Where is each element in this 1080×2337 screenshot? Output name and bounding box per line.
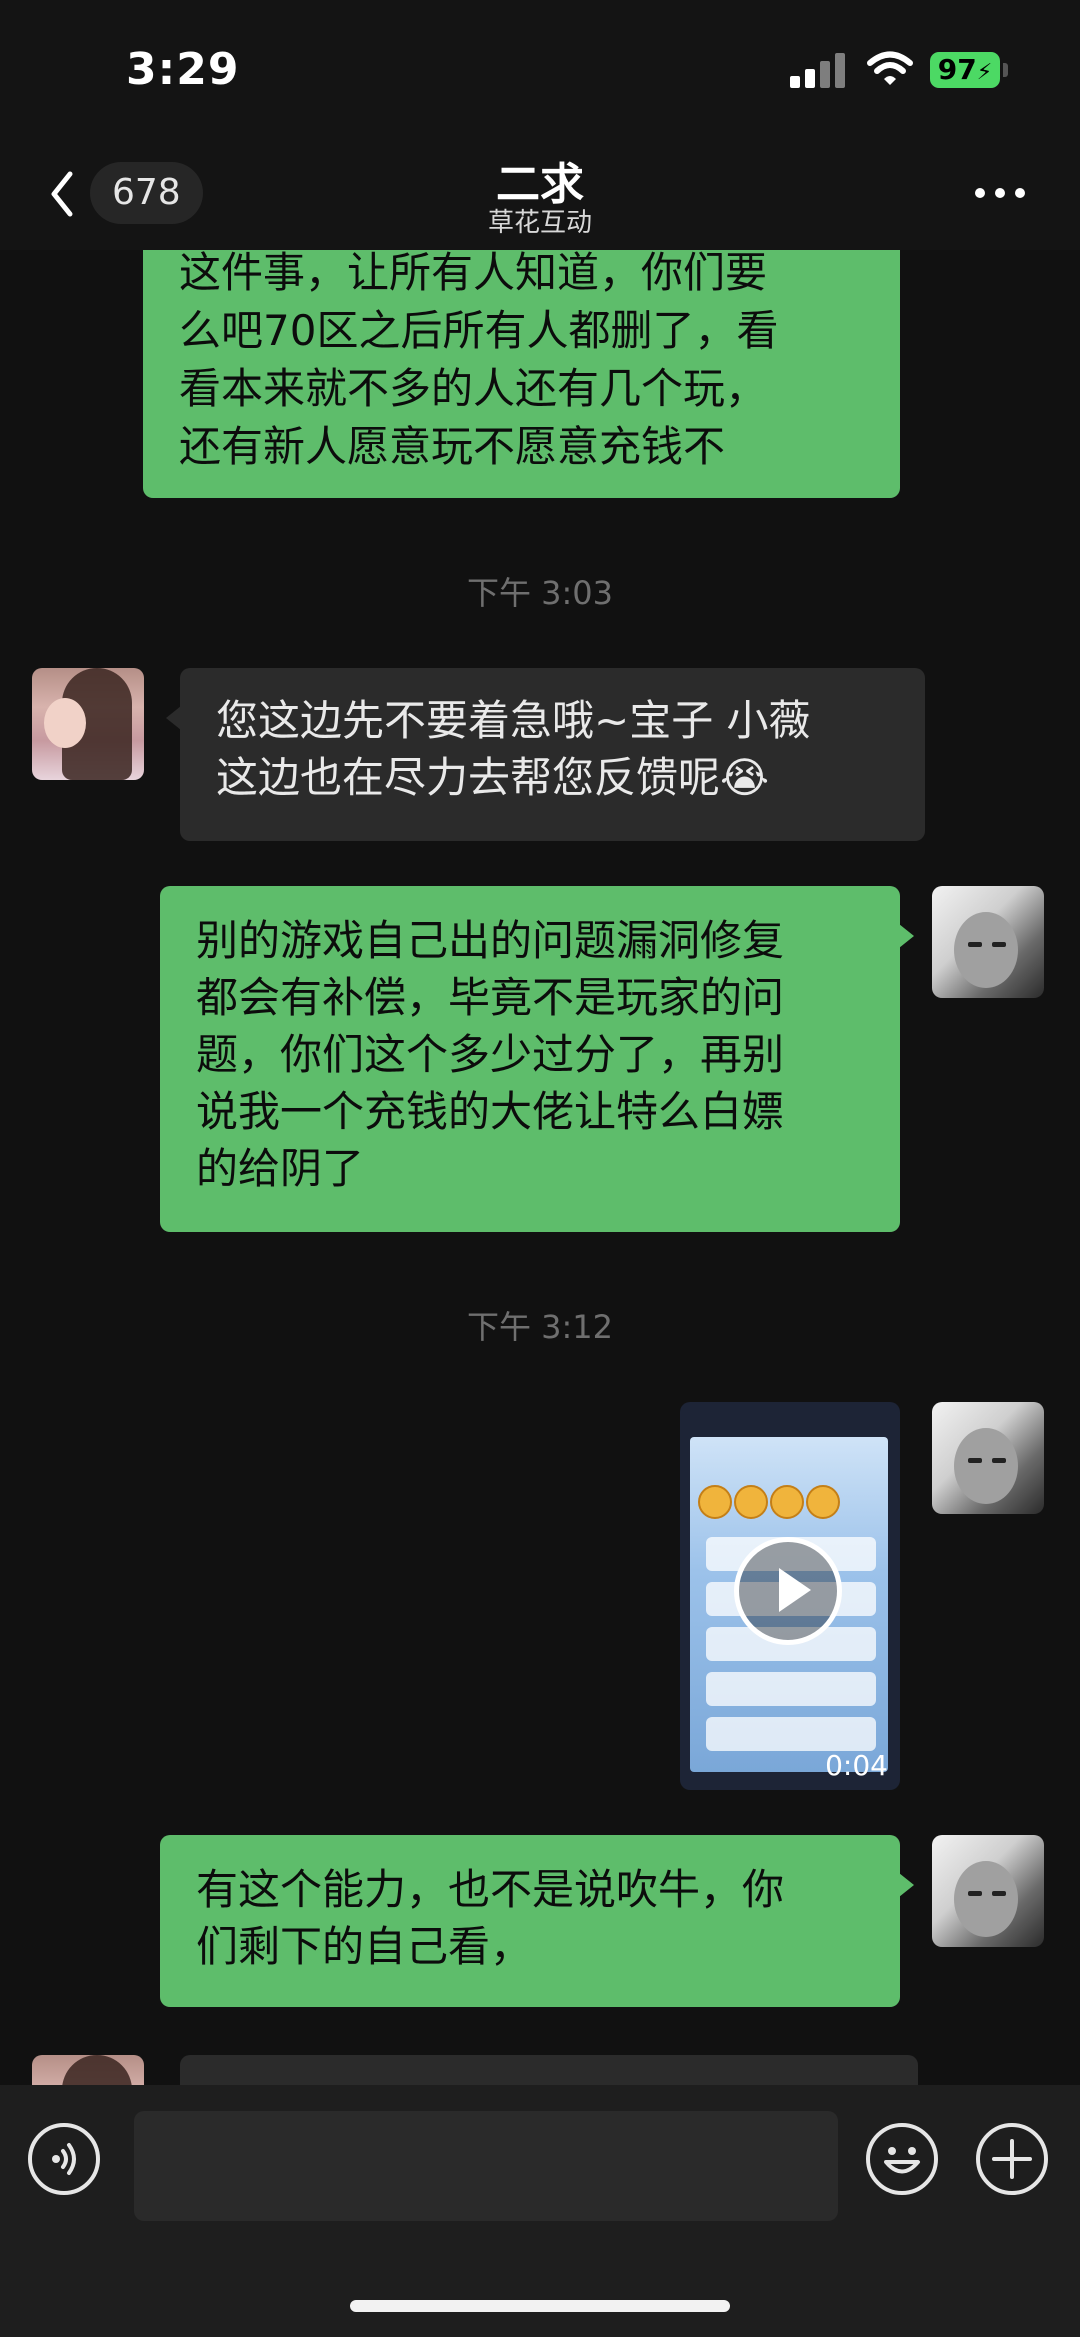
video-duration: 0:04 [825,1749,888,1782]
my-avatar[interactable] [932,1835,1044,1947]
emoji-icon[interactable] [866,2123,938,2195]
battery-tip [1003,63,1008,77]
chat-subtitle: 草花互动 [487,208,592,238]
my-avatar[interactable] [932,1402,1044,1514]
play-icon[interactable] [734,1537,842,1645]
incoming-message-partial[interactable] [180,2055,918,2085]
battery-level: 97 [937,53,977,86]
voice-icon[interactable] [28,2123,100,2195]
chat-header: 678 二求 草花互动 [0,140,1080,250]
home-indicator [350,2300,730,2312]
message-input[interactable] [134,2111,838,2221]
outgoing-message[interactable]: 有这个能力，也不是说吹牛，你 们剩下的自己看， [160,1835,914,2007]
status-time: 3:29 [126,44,240,95]
contact-avatar[interactable] [32,2055,144,2085]
outgoing-message[interactable]: 别的游戏自己出的问题漏洞修复 都会有补偿，毕竟不是玩家的问 题，你们这个多少过分… [160,886,914,1232]
incoming-message[interactable]: 您这边先不要着急哦~宝子 小薇 这边也在尽力去帮您反馈呢😭 [166,668,925,841]
message-list[interactable]: 这件事，让所有人知道，你们要 么吧70区之后所有人都删了，看 看本来就不多的人还… [0,250,1080,2085]
video-message[interactable]: 0:04 [680,1402,900,1790]
my-avatar[interactable] [932,886,1044,998]
message-timestamp: 下午 3:03 [466,574,614,612]
contact-avatar[interactable] [32,668,144,780]
status-bar: 3:29 97⚡ [0,0,1080,140]
message-timestamp: 下午 3:12 [466,1308,614,1346]
outgoing-message[interactable]: 这件事，让所有人知道，你们要 么吧70区之后所有人都删了，看 看本来就不多的人还… [143,250,900,498]
input-bar [0,2085,1080,2337]
more-icon[interactable] [975,178,1035,208]
wifi-icon [867,51,913,85]
battery-charging-icon: 97⚡ [930,52,1000,88]
signal-icon [790,52,846,88]
plus-icon[interactable] [976,2123,1048,2195]
